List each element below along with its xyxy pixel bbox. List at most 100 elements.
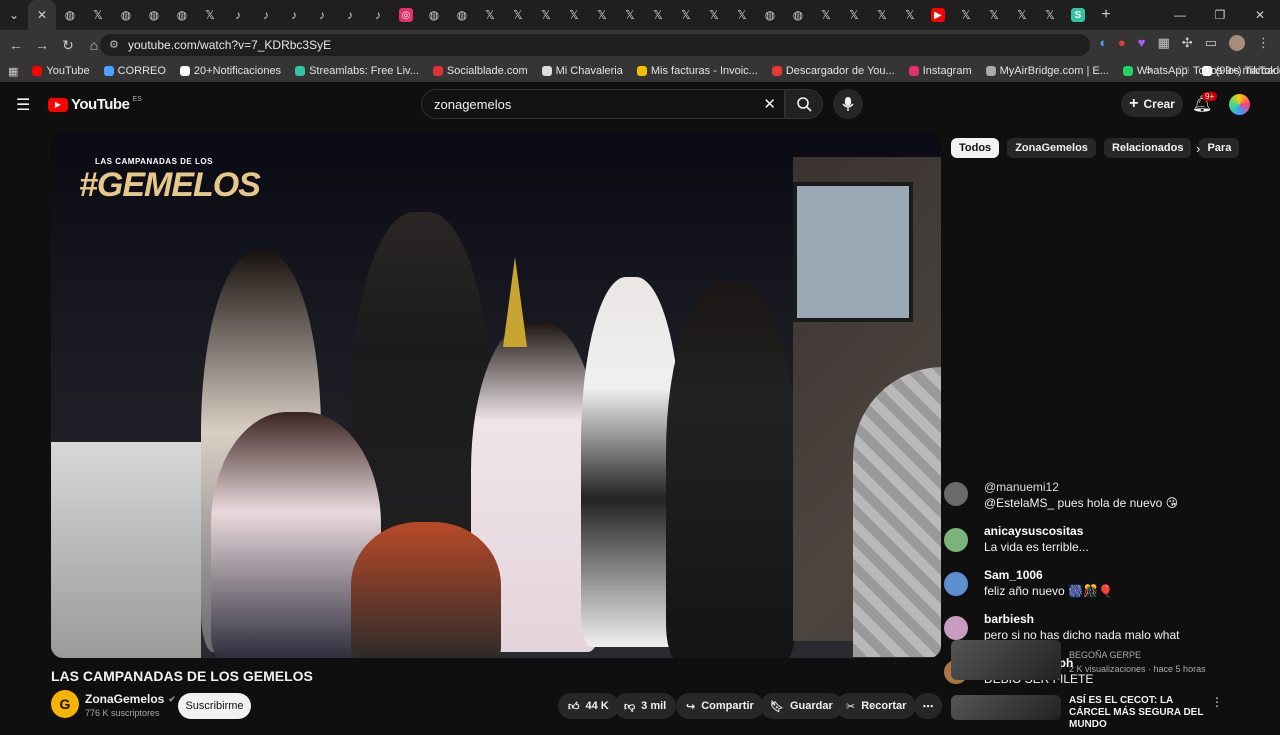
tab-instagram-icon[interactable]: ◎ [392, 0, 420, 30]
recommended-item[interactable]: ASÍ ES EL CECOT: LA CÁRCEL MÁS SEGURA DE… [951, 695, 1271, 735]
bookmark-item[interactable]: YouTube [32, 65, 90, 77]
clear-search-icon[interactable]: ✕ [763, 95, 776, 113]
tab-chrome-icon[interactable]: ◍ [420, 0, 448, 30]
tab-x-icon[interactable]: 𝕏 [980, 0, 1008, 30]
dislike-button[interactable]: 👎︎ 3 mil [614, 693, 677, 719]
create-button[interactable]: + Crear [1121, 91, 1183, 117]
tab-chrome-icon[interactable]: ◍ [756, 0, 784, 30]
chip-para[interactable]: Para [1199, 138, 1240, 158]
tab-x-icon[interactable]: 𝕏 [1008, 0, 1036, 30]
tab-chrome-icon[interactable]: ◍ [112, 0, 140, 30]
new-tab-icon[interactable]: + [1092, 0, 1120, 30]
tab-youtube-icon[interactable]: ▶ [924, 0, 952, 30]
tab-x-icon[interactable]: 𝕏 [476, 0, 504, 30]
subscribe-button[interactable]: Suscribirme [178, 693, 251, 719]
tab-x-icon[interactable]: 𝕏 [532, 0, 560, 30]
bookmark-item[interactable]: CORREO [103, 65, 166, 77]
chips-next-icon[interactable]: › [1196, 141, 1200, 156]
tab-tiktok-icon[interactable]: ♪ [308, 0, 336, 30]
tab-x-icon[interactable]: 𝕏 [588, 0, 616, 30]
recommended-meta: 2 K visualizaciones · hace 5 horas [1069, 664, 1206, 674]
bookmark-item[interactable]: Instagram [908, 65, 972, 77]
tab-x-icon[interactable]: 𝕏 [952, 0, 980, 30]
recommended-more-icon[interactable]: ⋮ [1211, 695, 1223, 709]
more-icon: ⋯ [922, 700, 934, 713]
recommended-title: ASÍ ES EL CECOT: LA CÁRCEL MÁS SEGURA DE… [1069, 695, 1204, 730]
tab-x-icon[interactable]: 𝕏 [616, 0, 644, 30]
voice-search-button[interactable] [833, 89, 863, 119]
tab-x-icon[interactable]: 𝕏 [728, 0, 756, 30]
all-bookmarks-folder[interactable]: 🗀 Todos los marcadores [1178, 62, 1280, 81]
bookmark-item[interactable]: MyAirBridge.com | E... [985, 65, 1109, 77]
extension-b-icon[interactable]: ● [1118, 35, 1126, 51]
tab-x-icon[interactable]: 𝕏 [84, 0, 112, 30]
bookmark-item[interactable]: 20+Notificaciones [179, 65, 281, 77]
channel-avatar[interactable]: G [51, 690, 79, 718]
chip-zonagemelos[interactable]: ZonaGemelos [1007, 138, 1096, 158]
reload-icon[interactable]: ↻ [56, 33, 80, 57]
tab-x-icon[interactable]: 𝕏 [560, 0, 588, 30]
chip-todos[interactable]: Todos [951, 138, 1000, 158]
chip-relacionados[interactable]: Relacionados [1103, 138, 1192, 158]
notifications-button[interactable]: 🔔︎ 9+ [1192, 92, 1218, 114]
tab-x-icon[interactable]: 𝕏 [896, 0, 924, 30]
extension-d-icon[interactable]: ▦ [1158, 35, 1170, 51]
omnibox[interactable]: ⚙ youtube.com/watch?v=7_KDRbc3SyE [100, 34, 1090, 56]
tab-chrome-icon[interactable]: ◍ [56, 0, 84, 30]
tab-x-icon[interactable]: 𝕏 [812, 0, 840, 30]
tab-chrome-icon[interactable]: ◍ [784, 0, 812, 30]
apps-icon[interactable]: ▦ [8, 65, 18, 78]
youtube-logo[interactable]: ▶ YouTube ES [48, 96, 142, 113]
tab-x-icon[interactable]: 𝕏 [504, 0, 532, 30]
bookmark-item[interactable]: Streamlabs: Free Liv... [295, 65, 419, 77]
bookmark-item[interactable]: Socialblade.com [432, 65, 528, 77]
video-player[interactable]: LAS CAMPANADAS DE LOS #GEMELOS [51, 132, 941, 658]
bookmark-item[interactable]: Mis facturas - Invoic... [636, 65, 758, 77]
minimize-icon[interactable]: — [1160, 0, 1200, 30]
search-button[interactable] [785, 89, 823, 119]
tab-tiktok-icon[interactable]: ♪ [336, 0, 364, 30]
restore-icon[interactable]: ❐ [1200, 0, 1240, 30]
extension-a-icon[interactable]: ◖ [1098, 35, 1106, 51]
tab-chrome-icon[interactable]: ◍ [140, 0, 168, 30]
tab-x-icon[interactable]: 𝕏 [868, 0, 896, 30]
profile-avatar[interactable] [1229, 35, 1245, 51]
window-close-icon[interactable]: ✕ [1240, 0, 1280, 30]
tab-tiktok-icon[interactable]: ♪ [224, 0, 252, 30]
extensions-icon[interactable]: ✣ [1182, 35, 1193, 51]
tab-tiktok-icon[interactable]: ♪ [252, 0, 280, 30]
tab-chrome-icon[interactable]: ◍ [168, 0, 196, 30]
tab-streamlabs-icon[interactable]: S [1064, 0, 1092, 30]
menu-icon[interactable]: ⋮ [1257, 35, 1270, 51]
tab-x-icon[interactable]: 𝕏 [1036, 0, 1064, 30]
clip-button[interactable]: ✂ Recortar [836, 693, 917, 719]
like-button[interactable]: 👍︎ 44 K [558, 693, 619, 719]
tab-search-icon[interactable]: ⌄ [0, 0, 28, 30]
tab-x-icon[interactable]: 𝕏 [840, 0, 868, 30]
user-avatar[interactable] [1229, 94, 1250, 115]
site-info-icon[interactable]: ⚙ [109, 38, 119, 51]
tab-x-icon[interactable]: 𝕏 [196, 0, 224, 30]
save-button[interactable]: 🔖︎ Guardar [760, 693, 843, 719]
tab-close-icon[interactable]: ✕ [28, 0, 56, 30]
tab-x-icon[interactable]: 𝕏 [700, 0, 728, 30]
share-button[interactable]: ↪ Compartir [676, 693, 764, 719]
tab-tiktok-icon[interactable]: ♪ [280, 0, 308, 30]
tab-chrome-icon[interactable]: ◍ [448, 0, 476, 30]
sidepanel-icon[interactable]: ▭ [1205, 35, 1217, 51]
bookmark-item[interactable]: Mi Chavaleria [541, 65, 623, 77]
forward-icon[interactable]: → [30, 33, 54, 57]
extension-c-icon[interactable]: ♥ [1138, 35, 1146, 51]
tab-x-icon[interactable]: 𝕏 [644, 0, 672, 30]
tab-tiktok-icon[interactable]: ♪ [364, 0, 392, 30]
channel-name[interactable]: ZonaGemelos [85, 692, 164, 706]
recommended-item[interactable]: BEGOÑA GERPE 2 K visualizaciones · hace … [951, 640, 1271, 680]
scene-person [351, 522, 501, 658]
bookmark-item[interactable]: Descargador de You... [771, 65, 895, 77]
search-input[interactable]: zonagemelos ✕ [421, 89, 785, 119]
more-actions-button[interactable]: ⋯ [914, 693, 942, 719]
hamburger-menu-icon[interactable]: ☰ [16, 95, 30, 115]
bookmarks-overflow-icon[interactable]: » [1146, 65, 1152, 77]
tab-x-icon[interactable]: 𝕏 [672, 0, 700, 30]
back-icon[interactable]: ← [4, 33, 28, 57]
